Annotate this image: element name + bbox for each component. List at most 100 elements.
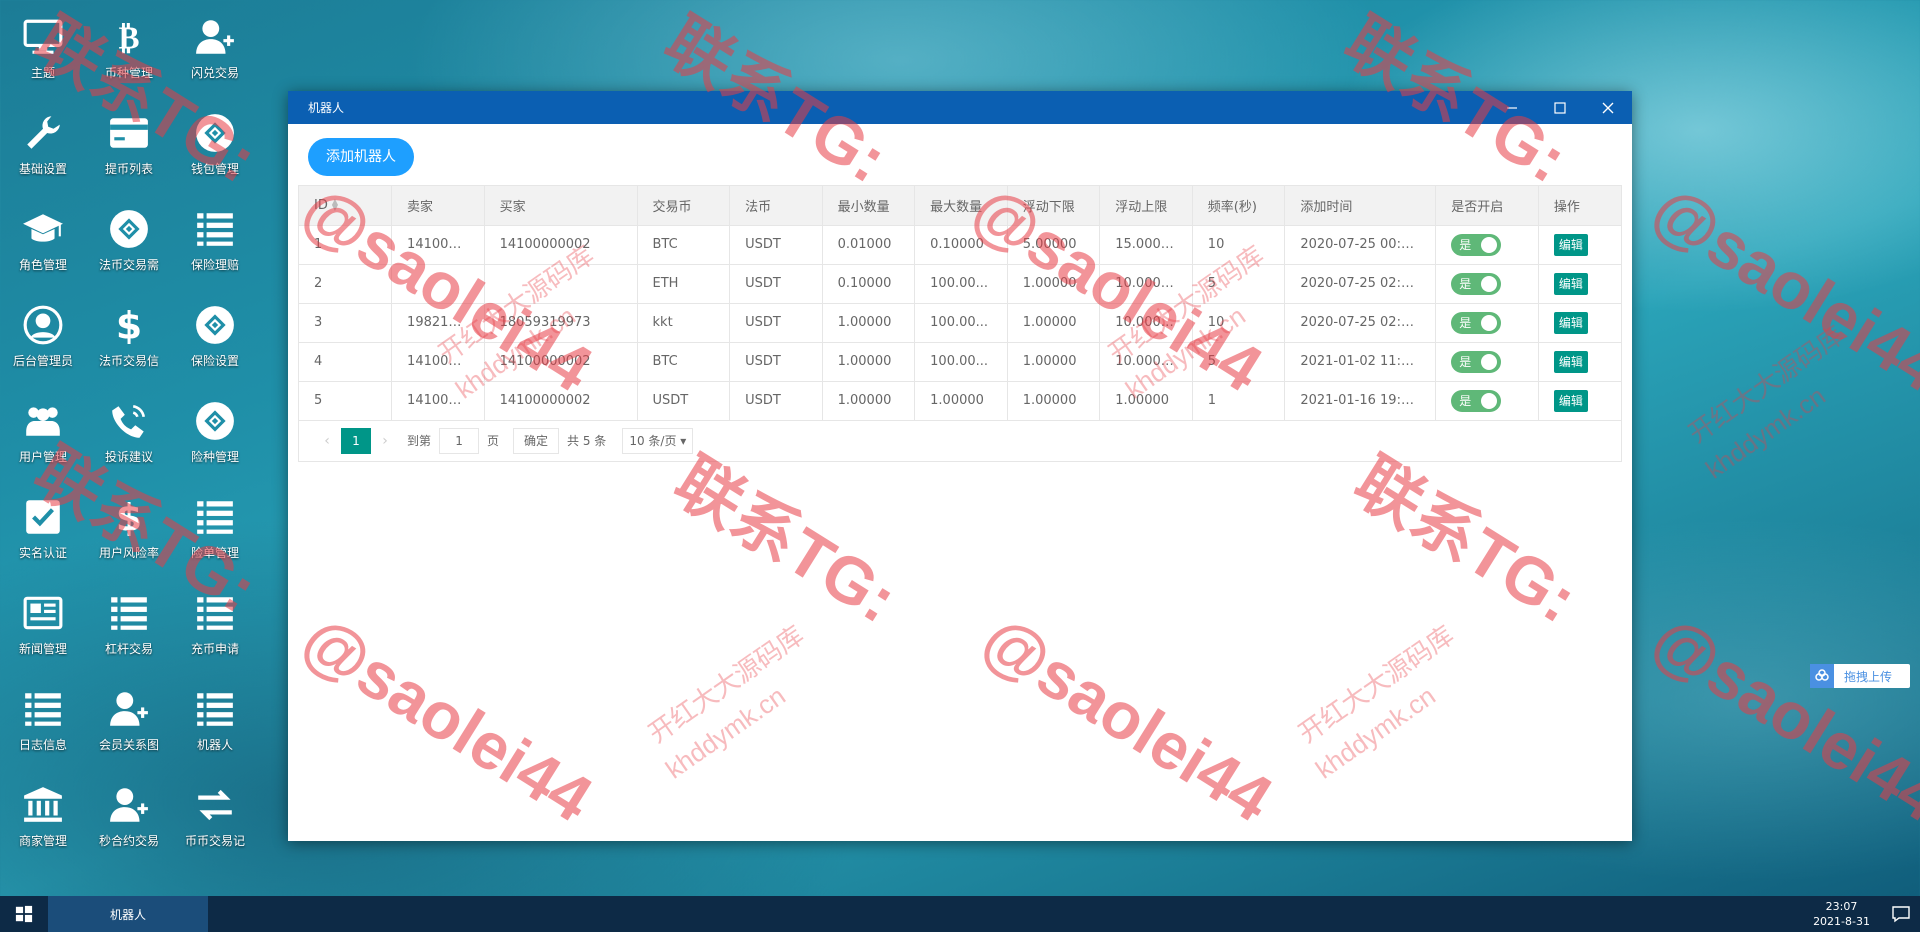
enabled-toggle[interactable]: 是: [1451, 350, 1502, 373]
cell-float-high: 10.00000: [1099, 303, 1193, 343]
column-header: 买家: [484, 186, 638, 226]
desktop-icon-label: 角色管理: [18, 258, 67, 272]
desktop-icon[interactable]: ₿ 币种管理: [86, 0, 172, 90]
enabled-toggle[interactable]: 是: [1451, 233, 1502, 256]
cell-buyer: 14100000002: [484, 381, 638, 421]
cell-float-low: 1.00000: [1007, 342, 1101, 382]
desktop-icon[interactable]: 保险设置: [172, 288, 258, 378]
cell-seller: 141000...: [391, 225, 485, 265]
desktop-icon-label: 新闻管理: [18, 642, 67, 656]
desktop-icon[interactable]: 钱包管理: [172, 96, 258, 186]
start-button[interactable]: [0, 896, 48, 932]
desktop-icon[interactable]: 提币列表: [86, 96, 172, 186]
taskbar-clock[interactable]: 23:07 2021-8-31: [1813, 899, 1870, 929]
cell-float-low: 5.00000: [1007, 225, 1101, 265]
taskbar-item-robot[interactable]: 机器人: [48, 896, 208, 932]
desktop-icon[interactable]: 险单管理: [172, 480, 258, 570]
window-titlebar[interactable]: 机器人: [288, 91, 1632, 124]
desktop-icon[interactable]: 保险理赔: [172, 192, 258, 282]
desktop-icon[interactable]: 杠杆交易: [86, 576, 172, 666]
per-page-select[interactable]: 10 条/页 ▾: [622, 427, 694, 454]
watermark-text: khddymk.cn: [1700, 380, 1831, 485]
per-page-value: 10 条/页: [629, 434, 677, 448]
next-page-button[interactable]: ›: [371, 433, 399, 449]
link-icon: [192, 302, 238, 348]
cell-buyer: [484, 264, 638, 304]
enabled-toggle[interactable]: 是: [1451, 311, 1502, 334]
current-page[interactable]: 1: [341, 427, 371, 454]
desktop-icon[interactable]: 法币交易需: [86, 192, 172, 282]
edit-button[interactable]: 编辑: [1553, 389, 1588, 412]
card-icon: [106, 110, 152, 156]
cell-actions: 编辑...: [1538, 381, 1621, 421]
sort-icon[interactable]: ▲ ▼: [332, 198, 338, 212]
edit-button[interactable]: 编辑: [1553, 350, 1588, 373]
prev-page-button[interactable]: ‹: [313, 433, 341, 449]
cell-coin: ETH: [637, 264, 731, 304]
desktop-icon[interactable]: 角色管理: [0, 192, 86, 282]
clock-time: 23:07: [1825, 900, 1858, 913]
cell-float-low: 1.00000: [1007, 381, 1101, 421]
edit-button[interactable]: 编辑: [1553, 233, 1588, 256]
desktop-icon[interactable]: 基础设置: [0, 96, 86, 186]
desktop-icon[interactable]: 用户管理: [0, 384, 86, 474]
drag-upload-widget[interactable]: 拖拽上传: [1810, 664, 1910, 688]
cell-min: 0.10000: [822, 264, 916, 304]
desktop-icon[interactable]: 日志信息: [0, 672, 86, 762]
table-row: 4 141000... 14100000002 BTC USDT 1.00000 100.0…: [299, 342, 1621, 382]
enabled-toggle[interactable]: 是: [1451, 389, 1502, 412]
confirm-page-button[interactable]: 确定: [513, 427, 560, 454]
add-robot-button[interactable]: 添加机器人: [308, 138, 414, 176]
user-add-icon: [192, 14, 238, 60]
minimize-button[interactable]: [1488, 91, 1536, 124]
desktop-icon[interactable]: 会员关系图: [86, 672, 172, 762]
column-header-label: 浮动下限: [1022, 199, 1075, 215]
edit-button[interactable]: 编辑: [1553, 311, 1588, 334]
desktop-icon[interactable]: 主题: [0, 0, 86, 90]
column-header: 是否开启: [1435, 186, 1539, 226]
cell-enabled: 是: [1435, 381, 1539, 421]
desktop-icon[interactable]: 币币交易记: [172, 768, 258, 858]
cell-fiat: USDT: [729, 264, 823, 304]
desktop-icon[interactable]: 商家管理: [0, 768, 86, 858]
cell-id: 3: [299, 303, 393, 343]
list-icon: [192, 590, 238, 636]
user-circle-icon: [20, 302, 66, 348]
maximize-button[interactable]: [1536, 91, 1584, 124]
desktop-icon[interactable]: 实名认证: [0, 480, 86, 570]
desktop-icon-label: 保险理赔: [190, 258, 239, 272]
watermark-text: @saolei44: [1640, 600, 1920, 836]
column-header: 卖家: [391, 186, 485, 226]
close-button[interactable]: [1584, 91, 1632, 124]
toggle-label: 是: [1459, 277, 1472, 291]
toggle-knob: [1481, 392, 1498, 409]
desktop-icon[interactable]: 秒合约交易: [86, 768, 172, 858]
desktop-icon[interactable]: 新闻管理: [0, 576, 86, 666]
desktop-icon[interactable]: 充币申请: [172, 576, 258, 666]
window-controls: [1488, 91, 1632, 124]
cell-freq: 1: [1192, 381, 1286, 421]
column-header-label: 频率(秒): [1207, 199, 1257, 215]
desktop-icon-label: 险单管理: [190, 546, 239, 560]
column-header-label: 操作: [1553, 199, 1580, 215]
cell-float-high: 15.00000: [1099, 225, 1193, 265]
cell-coin: BTC: [637, 342, 731, 382]
svg-text:₿: ₿: [119, 21, 140, 57]
cell-added: 2020-07-25 00:5...: [1284, 225, 1437, 265]
desktop-icon[interactable]: $ 法币交易信: [86, 288, 172, 378]
table-row: 1 141000... 14100000002 BTC USDT 0.01000 0.100…: [299, 225, 1621, 265]
desktop-icon[interactable]: 机器人: [172, 672, 258, 762]
list-icon: [192, 206, 238, 252]
goto-page-input[interactable]: 1: [439, 427, 480, 454]
desktop-icon[interactable]: $ 用户风险率: [86, 480, 172, 570]
desktop-icon[interactable]: 后台管理员: [0, 288, 86, 378]
column-header[interactable]: ID ▲ ▼: [299, 186, 393, 226]
enabled-toggle[interactable]: 是: [1451, 272, 1502, 295]
cell-max: 100.00...: [914, 342, 1008, 382]
desktop-icon[interactable]: 投诉建议: [86, 384, 172, 474]
desktop-icon[interactable]: 险种管理: [172, 384, 258, 474]
notification-button[interactable]: [1890, 904, 1912, 924]
edit-button[interactable]: 编辑: [1553, 272, 1588, 295]
table-row: 2 ETH USDT 0.10000 100.00... 1.00000 10.00000 5…: [299, 264, 1621, 304]
desktop-icon[interactable]: 闪兑交易: [172, 0, 258, 90]
